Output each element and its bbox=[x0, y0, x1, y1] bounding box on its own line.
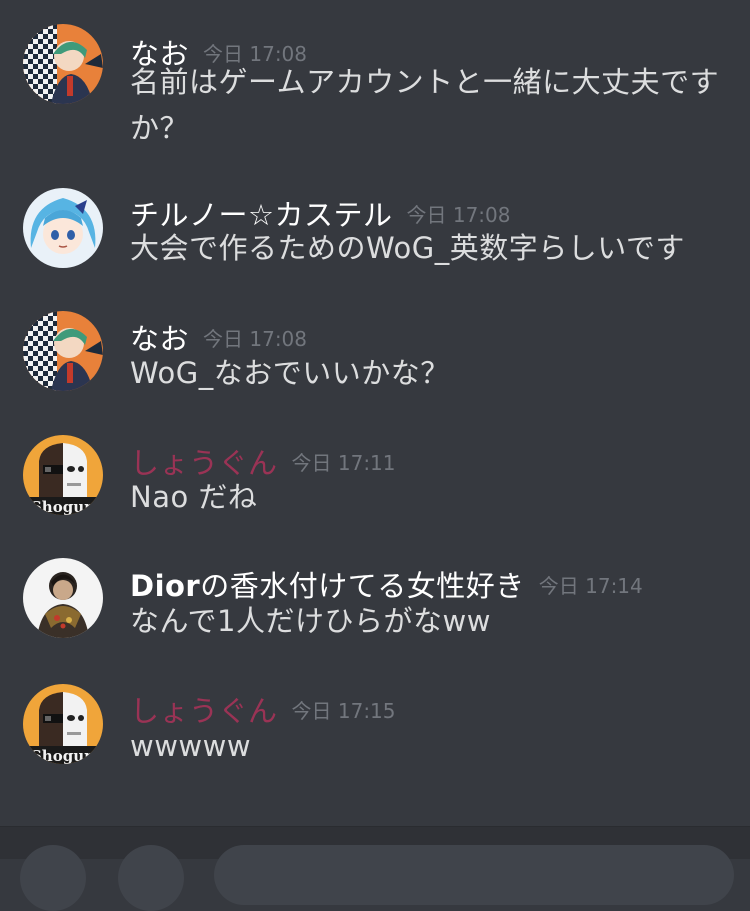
timestamp: 今日 17:11 bbox=[291, 451, 396, 475]
user-avatar[interactable] bbox=[23, 188, 103, 268]
timestamp: 今日 17:08 bbox=[203, 327, 308, 351]
timestamp: 今日 17:14 bbox=[538, 574, 643, 598]
user-avatar[interactable] bbox=[23, 558, 103, 638]
gift-button[interactable] bbox=[118, 845, 184, 911]
message-text: wwwww bbox=[130, 729, 252, 763]
user-avatar[interactable]: Shogun bbox=[23, 435, 103, 515]
user-avatar[interactable] bbox=[23, 311, 103, 391]
message-input-bar bbox=[0, 827, 750, 911]
message-text: 名前はゲームアカウントと一緒に大丈夫ですか？ bbox=[130, 65, 720, 145]
avatar-logo-text: Shogun bbox=[31, 747, 95, 764]
chat-message-list[interactable]: なお 今日 17:08 名前はゲームアカウントと一緒に大丈夫ですか？ チルノー☆カ… bbox=[0, 0, 750, 825]
message-text: なんで1人だけひらがなww bbox=[130, 604, 491, 638]
user-avatar[interactable]: Shogun bbox=[23, 684, 103, 764]
add-attachment-button[interactable] bbox=[20, 845, 86, 911]
message-text: Nao だね bbox=[130, 480, 258, 514]
avatar-logo-text: Shogun bbox=[31, 498, 95, 515]
message-text: 大会で作るためのWoG_英数字らしいです bbox=[130, 231, 685, 265]
message-text: WoG_なおでいいかな？ bbox=[130, 356, 450, 390]
message-input[interactable] bbox=[214, 845, 734, 905]
timestamp: 今日 17:08 bbox=[406, 203, 511, 227]
timestamp: 今日 17:15 bbox=[291, 699, 396, 723]
user-avatar[interactable] bbox=[23, 24, 103, 104]
